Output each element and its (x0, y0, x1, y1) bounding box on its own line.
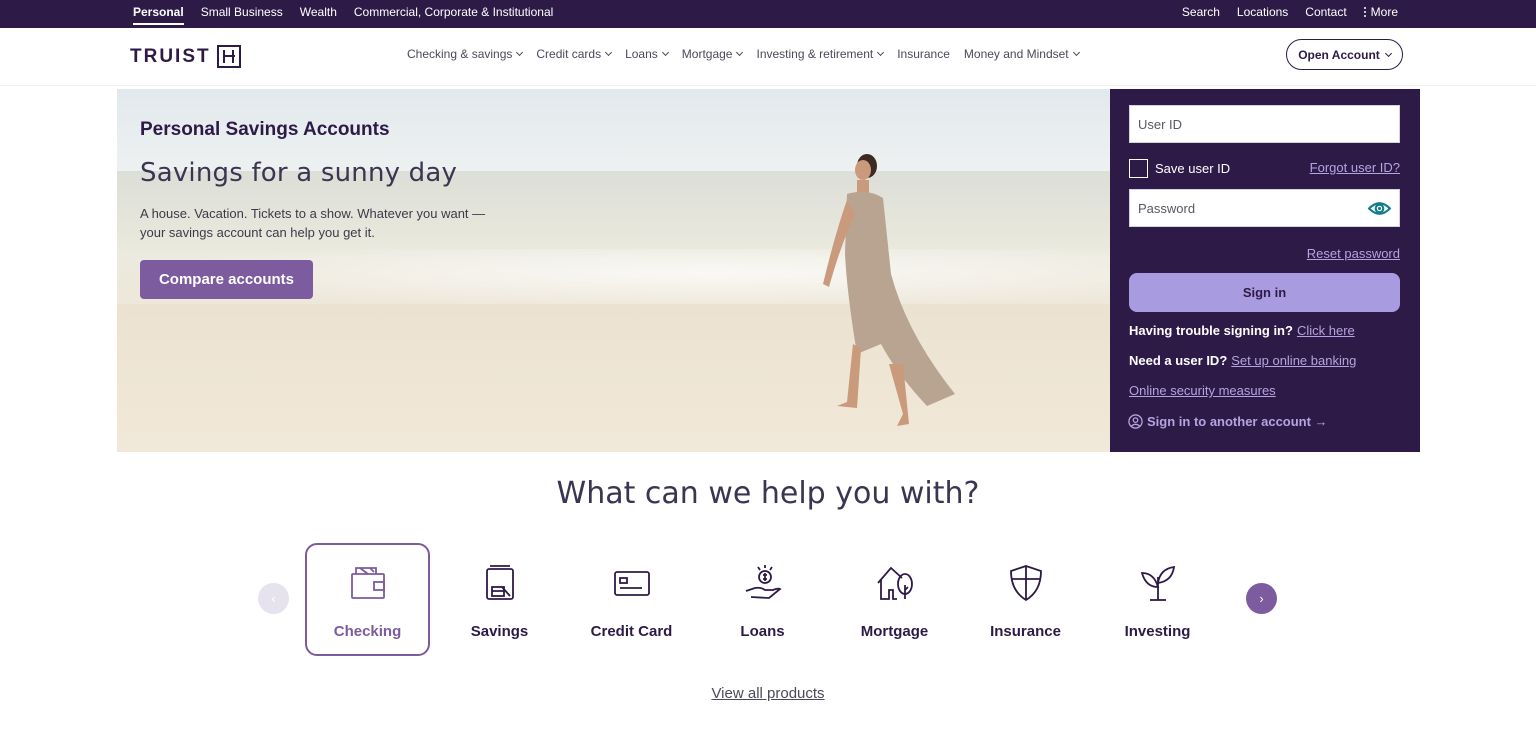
product-card-mortgage[interactable]: Mortgage (832, 543, 957, 656)
help-section-title: What can we help you with? (556, 476, 980, 511)
carousel-next-button[interactable]: › (1246, 583, 1277, 614)
chevron-down-icon (877, 48, 885, 57)
eye-icon[interactable] (1368, 199, 1391, 218)
product-label: Insurance (990, 623, 1061, 640)
nav-loans[interactable]: Loans (625, 47, 669, 61)
kebab-icon (1363, 7, 1366, 17)
view-all-products: View all products (0, 685, 1536, 702)
compare-accounts-button[interactable]: Compare accounts (140, 260, 313, 299)
product-nav: Checking & savings Credit cards Loans Mo… (407, 47, 1080, 61)
nav-credit-cards[interactable]: Credit cards (536, 47, 613, 61)
contact-link[interactable]: Contact (1305, 5, 1346, 19)
trouble-label: Having trouble signing in? (1129, 323, 1293, 338)
search-link[interactable]: Search (1182, 5, 1220, 19)
segment-personal[interactable]: Personal (133, 0, 184, 28)
forgot-user-id-link[interactable]: Forgot user ID? (1310, 160, 1400, 175)
hero-content: Personal Savings Accounts Savings for a … (140, 119, 540, 242)
open-account-button[interactable]: Open Account (1286, 39, 1403, 70)
nav-money-mindset[interactable]: Money and Mindset (963, 47, 1080, 61)
more-menu[interactable]: More (1363, 5, 1398, 19)
nav-label: Investing & retirement (756, 47, 874, 61)
shield-icon (1009, 565, 1042, 602)
hero-banner: Personal Savings Accounts Savings for a … (117, 89, 1110, 452)
nav-label: Insurance (897, 47, 950, 61)
nav-insurance[interactable]: Insurance (897, 47, 950, 61)
nav-investing[interactable]: Investing & retirement (756, 47, 885, 61)
user-id-field[interactable]: User ID (1129, 105, 1400, 143)
product-card-loans[interactable]: Loans (700, 543, 825, 656)
trouble-signing-in: Having trouble signing in? Click here (1129, 323, 1355, 338)
savings-jar-icon (485, 565, 514, 600)
segment-small-business[interactable]: Small Business (201, 0, 283, 28)
sprout-icon (1140, 565, 1175, 601)
product-label: Checking (333, 623, 402, 640)
online-security-link[interactable]: Online security measures (1129, 383, 1276, 398)
carousel-prev-button[interactable]: ‹ (258, 583, 289, 614)
hero-title: Savings for a sunny day (140, 158, 458, 188)
chevron-down-icon (1072, 48, 1080, 57)
save-user-id-checkbox[interactable] (1129, 159, 1148, 178)
utility-bar: Personal Small Business Wealth Commercia… (0, 0, 1536, 28)
nav-label: Mortgage (681, 47, 733, 61)
locations-link[interactable]: Locations (1237, 5, 1288, 19)
product-label: Loans (740, 623, 785, 640)
nav-label: Money and Mindset (963, 47, 1069, 61)
credit-card-icon (613, 571, 650, 596)
hand-dollar-icon (745, 565, 782, 599)
setup-online-banking-link[interactable]: Set up online banking (1231, 353, 1356, 368)
hero-body: A house. Vacation. Tickets to a show. Wh… (140, 206, 486, 240)
reset-password-link[interactable]: Reset password (1307, 246, 1400, 261)
nav-label: Loans (625, 47, 658, 61)
truist-logo[interactable]: TRUIST (130, 45, 241, 68)
chevron-down-icon (605, 48, 613, 57)
nav-label: Credit cards (536, 47, 602, 61)
sign-in-button[interactable]: Sign in (1129, 273, 1400, 312)
product-card-checking[interactable]: Checking (305, 543, 430, 656)
product-card-savings[interactable]: Savings (437, 543, 562, 656)
chevron-down-icon (1384, 49, 1392, 57)
product-label: Mortgage (860, 623, 929, 640)
wallet-icon (350, 567, 385, 599)
more-label: More (1370, 5, 1398, 19)
chevron-down-icon (661, 48, 669, 57)
chevron-down-icon (516, 48, 524, 57)
password-placeholder: Password (1138, 200, 1196, 216)
chevron-down-icon (736, 48, 744, 57)
logo-wordmark: TRUIST (130, 45, 211, 67)
house-tree-icon (876, 566, 913, 600)
view-all-products-link[interactable]: View all products (711, 685, 824, 702)
user-circle-icon (1128, 414, 1143, 429)
woman-on-beach-image (823, 154, 955, 426)
hero-eyebrow: Personal Savings Accounts (140, 119, 390, 140)
nav-label: Checking & savings (407, 47, 513, 61)
segment-nav: Personal Small Business Wealth Commercia… (133, 0, 553, 28)
click-here-link[interactable]: Click here (1297, 323, 1355, 338)
product-card-credit-card[interactable]: Credit Card (569, 543, 694, 656)
main-nav: TRUIST Checking & savings Credit cards L… (0, 28, 1536, 86)
sign-in-another-account-link[interactable]: Sign in to another account → (1128, 414, 1328, 429)
save-user-id-row: Save user ID (1129, 159, 1230, 178)
hero-sand (117, 304, 1110, 452)
product-card-investing[interactable]: Investing (1095, 543, 1220, 656)
save-user-id-label: Save user ID (1155, 161, 1231, 176)
another-account-label: Sign in to another account → (1147, 414, 1328, 429)
product-label: Savings (470, 623, 529, 640)
utility-links: Search Locations Contact More (1182, 0, 1398, 24)
product-label: Credit Card (590, 623, 673, 640)
password-field[interactable]: Password (1129, 189, 1400, 227)
login-panel: User ID Save user ID Forgot user ID? Pas… (1110, 89, 1420, 452)
segment-commercial[interactable]: Commercial, Corporate & Institutional (354, 0, 553, 28)
open-account-label: Open Account (1298, 47, 1380, 62)
nav-mortgage[interactable]: Mortgage (681, 47, 744, 61)
product-card-insurance[interactable]: Insurance (963, 543, 1088, 656)
need-user-id: Need a user ID? Set up online banking (1129, 353, 1356, 368)
nav-checking-savings[interactable]: Checking & savings (407, 47, 524, 61)
logo-mark-icon (216, 45, 241, 68)
need-id-label: Need a user ID? (1129, 353, 1228, 368)
product-label: Investing (1124, 623, 1191, 640)
segment-wealth[interactable]: Wealth (300, 0, 337, 28)
user-id-placeholder: User ID (1138, 116, 1183, 132)
